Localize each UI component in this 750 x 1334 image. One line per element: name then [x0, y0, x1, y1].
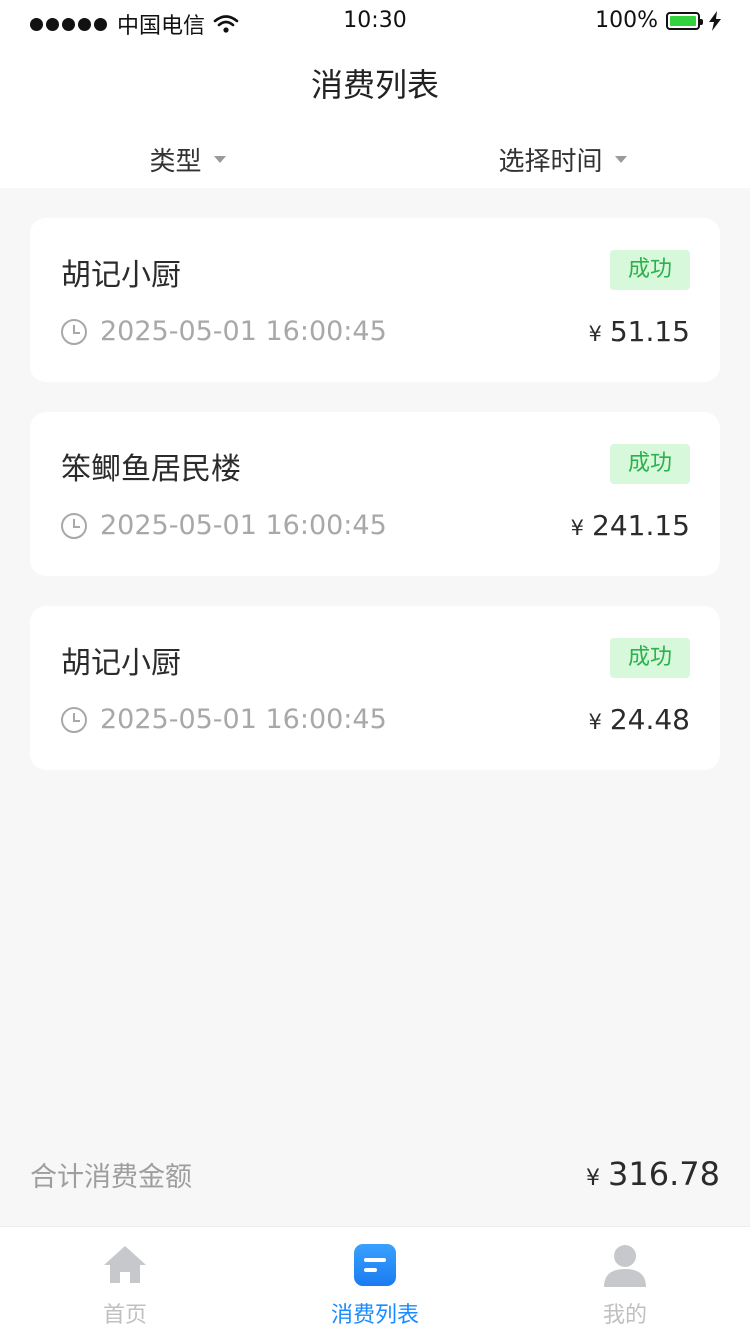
- status-badge: 成功: [610, 250, 690, 290]
- merchant-name: 笨鲫鱼居民楼: [61, 452, 241, 487]
- amount-value: 241.15: [592, 509, 690, 542]
- caret-down-icon: [614, 155, 627, 163]
- clock-icon: [61, 318, 87, 345]
- amount: ¥24.48: [588, 703, 690, 736]
- record-time: 2025-05-01 16:00:45: [60, 316, 387, 347]
- status-right: 100%: [595, 8, 722, 33]
- status-bar: 中国电信 10:30 100%: [0, 0, 750, 40]
- consumption-card[interactable]: 胡记小厨 成功 2025-05-01 16:00:45 ¥51.15: [30, 218, 720, 382]
- currency-symbol: ¥: [570, 516, 585, 540]
- status-badge: 成功: [610, 444, 690, 484]
- consumption-list: 胡记小厨 成功 2025-05-01 16:00:45 ¥51.15 笨鲫鱼居民…: [30, 218, 720, 800]
- type-filter-dropdown[interactable]: 类型: [0, 130, 375, 188]
- amount-value: 51.15: [609, 315, 690, 348]
- filter-bar: 类型 选择时间: [0, 130, 750, 188]
- tab-label: 我的: [602, 1303, 647, 1328]
- tab-label: 首页: [102, 1303, 147, 1328]
- tab-consumption-list[interactable]: 消费列表: [250, 1227, 500, 1334]
- type-filter-label: 类型: [149, 146, 202, 177]
- total-row: 合计消费金额 ¥316.78: [30, 1150, 720, 1198]
- record-time: 2025-05-01 16:00:45: [60, 704, 387, 735]
- record-time: 2025-05-01 16:00:45: [60, 510, 387, 541]
- currency-symbol: ¥: [586, 1166, 601, 1191]
- tab-label: 消费列表: [330, 1303, 419, 1328]
- tab-bar: 首页 消费列表 我的: [0, 1226, 750, 1334]
- charging-icon: [709, 10, 721, 31]
- amount: ¥51.15: [588, 315, 690, 348]
- time-filter-label: 选择时间: [498, 146, 603, 177]
- clock-icon: [61, 706, 87, 733]
- tab-mine[interactable]: 我的: [500, 1227, 750, 1334]
- battery-icon: [666, 11, 703, 30]
- list-icon: [354, 1244, 396, 1286]
- time-filter-dropdown[interactable]: 选择时间: [375, 130, 750, 188]
- status-badge: 成功: [610, 638, 690, 678]
- page-title: 消费列表: [310, 66, 439, 104]
- clock-icon: [61, 512, 87, 539]
- user-icon: [604, 1245, 646, 1287]
- time-text: 2025-05-01 16:00:45: [100, 704, 387, 735]
- navigation-bar: 消费列表: [0, 40, 750, 130]
- battery-percent: 100%: [595, 8, 658, 33]
- total-amount-value: 316.78: [608, 1155, 720, 1193]
- tab-home[interactable]: 首页: [0, 1227, 250, 1334]
- merchant-name: 胡记小厨: [61, 646, 181, 681]
- home-icon: [104, 1246, 146, 1283]
- currency-symbol: ¥: [588, 710, 602, 734]
- amount: ¥241.15: [571, 509, 690, 542]
- amount-value: 24.48: [609, 703, 690, 736]
- merchant-name: 胡记小厨: [61, 258, 181, 293]
- currency-symbol: ¥: [588, 322, 602, 346]
- consumption-card[interactable]: 笨鲫鱼居民楼 成功 2025-05-01 16:00:45 ¥241.15: [30, 412, 720, 576]
- caret-down-icon: [213, 155, 226, 163]
- time-text: 2025-05-01 16:00:45: [100, 316, 387, 347]
- time-text: 2025-05-01 16:00:45: [100, 510, 387, 541]
- total-amount: ¥316.78: [586, 1155, 720, 1193]
- total-label: 合计消费金额: [30, 1161, 192, 1193]
- consumption-card[interactable]: 胡记小厨 成功 2025-05-01 16:00:45 ¥24.48: [30, 606, 720, 770]
